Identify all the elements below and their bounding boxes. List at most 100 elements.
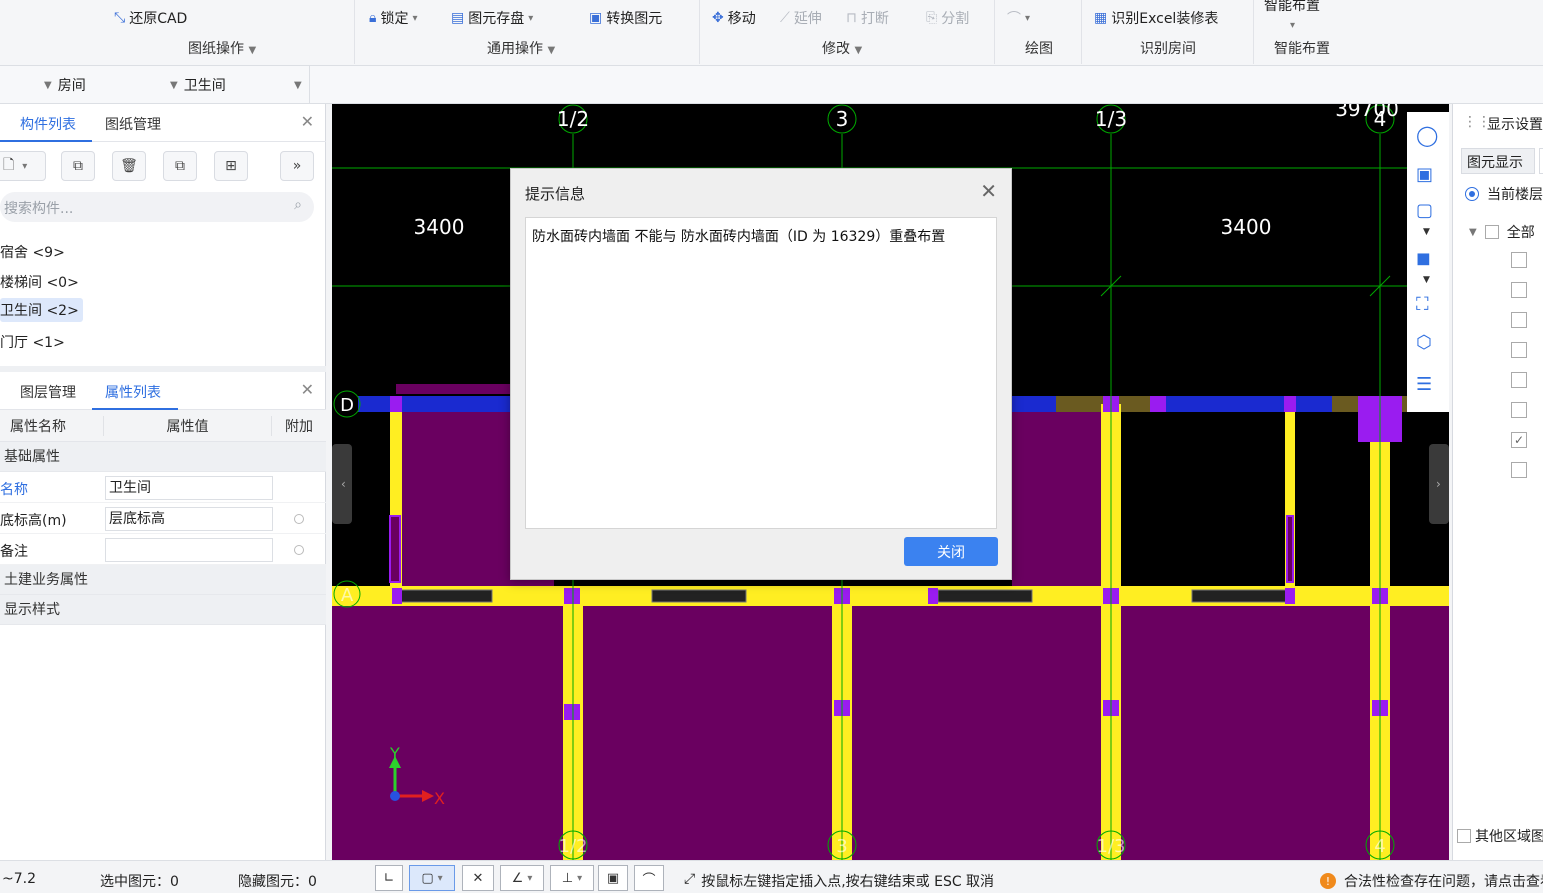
angle-icon: ∠ [511, 870, 524, 886]
report-icon[interactable]: ☰ [1416, 374, 1432, 395]
tab-element-display[interactable]: 图元显示 [1461, 148, 1535, 174]
offset-button[interactable]: ⊥ ▾ [550, 865, 594, 891]
smart-layout-button[interactable]: 智能布置 [1264, 0, 1320, 15]
section-basic-properties[interactable]: 基础属性 [0, 442, 326, 472]
split-button[interactable]: ⎘ 分割 [926, 8, 969, 28]
chevron-down-icon: ▾ [527, 872, 533, 884]
ribbon-toolbar: ⤡ 还原CAD 图纸操作 ▼ 🔒︎ 锁定 ▾ ▤ 图元存盘 ▾ ▣ 转换图元 通用操… [0, 0, 1543, 66]
current-floor-radio[interactable]: 当前楼层 [1465, 184, 1543, 204]
close-button[interactable]: 关闭 [904, 537, 998, 566]
x-axis-label: X [434, 789, 445, 808]
property-tabs: 图层管理 属性列表 ✕ [0, 372, 326, 410]
axis-label-row: D [340, 395, 354, 416]
lock-button[interactable]: 🔒︎ 锁定 ▾ [369, 8, 417, 28]
axis-label-top: 1/2 [557, 107, 589, 131]
chevron-down-icon[interactable]: ▼ [1423, 275, 1430, 285]
column [1285, 588, 1295, 604]
column [392, 588, 402, 604]
3d-view-icon[interactable]: ▣ [1416, 164, 1433, 185]
recognize-excel-button[interactable]: ▦ 识别Excel装修表 [1094, 8, 1218, 28]
property-value-field[interactable] [105, 538, 273, 562]
copy-button[interactable]: ⧉ [61, 151, 95, 181]
layer-checkbox[interactable] [1511, 282, 1527, 298]
divider [309, 66, 310, 104]
drawing-ops-menu[interactable]: 图纸操作 ▼ [188, 38, 256, 58]
save-element-button[interactable]: ▤ 图元存盘 ▾ [451, 8, 533, 28]
tab-component-list[interactable]: 构件列表 [20, 114, 76, 134]
info-dialog: 提示信息 ✕ 防水面砖内墙面 不能与 防水面砖内墙面（ID 为 16329）重叠… [510, 168, 1012, 580]
property-value-field[interactable]: 卫生间 [105, 476, 273, 500]
restore-cad-button[interactable]: ⤡ 还原CAD [114, 8, 187, 28]
dimension-right: 3400 [1221, 215, 1272, 239]
layer-checkbox[interactable] [1511, 372, 1527, 388]
orbit-icon[interactable]: ◯ [1416, 123, 1438, 147]
display-button[interactable]: ▣ [598, 865, 628, 891]
move-button[interactable]: ✥ 移动 [712, 8, 756, 28]
validation-warning[interactable]: ! 合法性检查存在问题，请点击查看 [1320, 871, 1543, 891]
other-region-checkbox[interactable]: 其他区域图 [1457, 826, 1543, 846]
search-component-input[interactable]: 搜索构件... ⌕ [0, 192, 314, 222]
door [1286, 515, 1294, 583]
draw-label: 绘图 [1025, 41, 1053, 57]
extend-button[interactable]: ⟋ 延伸 [780, 8, 822, 28]
break-button[interactable]: ⊓ 打断 [846, 8, 889, 28]
search-icon: ⌕ [294, 197, 302, 213]
tab-drawing-management[interactable]: 图纸管理 [105, 114, 161, 134]
arc-button[interactable]: ⌒ [634, 865, 664, 891]
snap-button[interactable]: ▢ ▾ [409, 865, 455, 891]
arc-draw-button[interactable]: ⌒ ▾ [1007, 8, 1030, 28]
selector-bar: ▼ 房间 ▼ 卫生间 ▼ [0, 66, 1543, 104]
close-icon[interactable]: ✕ [301, 112, 314, 131]
all-checkbox[interactable]: ▼ 全部 [1469, 222, 1535, 242]
extra-checkbox[interactable] [294, 545, 304, 555]
duplicate-icon: ⧉ [175, 158, 185, 174]
extra-checkbox[interactable] [294, 514, 304, 524]
chevron-down-icon: ▼ [170, 79, 178, 91]
duplicate-button[interactable]: ⧉ [163, 151, 197, 181]
tab-next[interactable] [1539, 148, 1543, 174]
property-value-field[interactable]: 层底标高 [105, 507, 273, 531]
general-ops-menu[interactable]: 通用操作 ▼ [487, 38, 555, 58]
layer-checkbox-checked[interactable]: ✓ [1511, 432, 1527, 448]
section-display-style[interactable]: 显示样式 [0, 595, 326, 625]
section-civil-properties[interactable]: 土建业务属性 [0, 565, 326, 595]
ortho-button[interactable]: ∟ [375, 865, 403, 891]
status-bar: ~7.2 选中图元：0 隐藏图元：0 ∟ ▢ ▾ ✕ ∠ ▾ ⊥ ▾ ▣ ⌒ ⤢ 按鼠… [0, 860, 1543, 893]
item-select[interactable]: ▼ 卫生间 [170, 74, 226, 96]
close-icon[interactable]: ✕ [980, 179, 997, 203]
new-component-button[interactable]: 🗋︎ ▾ [0, 151, 46, 181]
tree-item-dormitory[interactable]: 宿舍 <9> [0, 240, 69, 264]
y-axis-label: Y [389, 744, 400, 763]
fit-view-icon[interactable]: ⛶ [1416, 294, 1429, 315]
layer-checkbox[interactable] [1511, 402, 1527, 418]
chevron-down-icon: ▼ [248, 45, 257, 56]
modify-menu[interactable]: 修改 ▼ [822, 38, 862, 58]
layer-checkbox[interactable] [1511, 342, 1527, 358]
delete-button[interactable]: 🗑︎ [112, 151, 146, 181]
tab-layer-management[interactable]: 图层管理 [20, 382, 76, 402]
isolate-icon[interactable]: ⬡ [1416, 332, 1432, 353]
cube-view-icon[interactable]: ▢ [1416, 200, 1433, 221]
tree-item-bathroom[interactable]: 卫生间 <2> [0, 298, 83, 322]
layer-checkbox[interactable] [1511, 252, 1527, 268]
chevron-down-icon[interactable]: ▼ [1423, 227, 1430, 237]
tree-item-stairwell[interactable]: 楼梯间 <0> [0, 270, 83, 294]
tab-property-list[interactable]: 属性列表 [105, 382, 161, 402]
category-select[interactable]: ▼ 房间 [44, 74, 86, 96]
tree-item-lobby[interactable]: 门厅 <1> [0, 330, 69, 354]
convert-element-button[interactable]: ▣ 转换图元 [589, 8, 662, 28]
property-name: 底标高(m) [0, 513, 67, 529]
layer-copy-button[interactable]: ⊞ [214, 151, 248, 181]
more-tools-button[interactable]: » [280, 151, 314, 181]
cross-button[interactable]: ✕ [462, 865, 494, 891]
layer-checkbox[interactable] [1511, 462, 1527, 478]
close-icon[interactable]: ✕ [301, 380, 314, 399]
coordinate-readout: ~7.2 [2, 871, 36, 887]
item-select-dropdown[interactable]: ▼ [294, 74, 302, 96]
recognize-room-label: 识别房间 [1140, 41, 1196, 57]
layer-checkbox[interactable] [1511, 312, 1527, 328]
hidden-count: 隐藏图元：0 [238, 874, 317, 890]
solid-cube-icon[interactable]: ◼ [1416, 248, 1431, 269]
smart-layout-label: 智能布置 [1274, 41, 1330, 57]
angle-button[interactable]: ∠ ▾ [500, 865, 544, 891]
